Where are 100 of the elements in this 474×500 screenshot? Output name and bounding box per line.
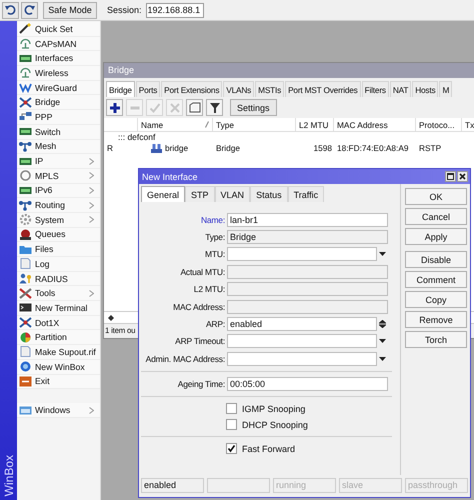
tab[interactable]: M	[439, 81, 452, 97]
menu-item[interactable]: Make Supout.rif	[17, 345, 100, 360]
checkbox[interactable]	[226, 403, 237, 414]
menu-item[interactable]: Files	[17, 242, 100, 257]
dialog-button[interactable]: Apply	[405, 228, 467, 245]
add-button[interactable]	[106, 99, 123, 116]
close-button[interactable]	[457, 171, 468, 182]
input-field[interactable]	[227, 352, 377, 366]
tab[interactable]: Status	[250, 186, 288, 202]
dialog-button[interactable]: Remove	[405, 311, 467, 328]
dialog-button[interactable]: Copy	[405, 291, 467, 308]
cross-icon	[168, 102, 180, 114]
input-field[interactable]: lan-br1	[227, 212, 388, 227]
checkbox-label: IGMP Snooping	[242, 404, 306, 414]
menu-item[interactable]: PPP	[17, 110, 100, 125]
dialog-button[interactable]: Comment	[405, 271, 467, 288]
menu-item[interactable]: Partition	[17, 330, 100, 346]
tab[interactable]: General	[141, 186, 186, 202]
tab[interactable]: VLANs	[223, 81, 254, 97]
page-icon	[19, 258, 32, 270]
field-label: Actual MTU:	[179, 266, 226, 277]
dialog-button[interactable]: OK	[405, 188, 467, 205]
menu-item[interactable]: CAPsMAN	[17, 36, 100, 52]
menu-item[interactable]: Queues	[17, 228, 100, 242]
column-header[interactable]: Protoco...	[416, 118, 462, 131]
input-field[interactable]: 00:05:00	[227, 377, 388, 392]
tab[interactable]: VLAN	[214, 186, 250, 202]
menu-item[interactable]: WireGuard	[17, 80, 100, 96]
safe-mode-button[interactable]: Safe Mode	[43, 2, 97, 18]
tab[interactable]: STP	[185, 186, 215, 202]
tab[interactable]: Traffic	[288, 186, 324, 202]
network-card-icon	[19, 126, 32, 138]
menu-item[interactable]: New Terminal	[17, 301, 100, 316]
column-header[interactable]: Name	[138, 118, 213, 131]
menu-item[interactable]: Bridge	[17, 95, 100, 110]
menu-item[interactable]: RADIUS	[17, 272, 100, 286]
dialog-button[interactable]: Cancel	[405, 208, 467, 225]
status-cell: passthrough	[405, 478, 468, 493]
menu-item[interactable]: Switch	[17, 124, 100, 140]
ball-icon	[19, 228, 32, 240]
menu-item[interactable]: IP	[17, 154, 100, 169]
column-header[interactable]: MAC Address	[334, 118, 416, 131]
menu-item[interactable]: MPLS	[17, 168, 100, 184]
column-header[interactable]: Type	[213, 118, 296, 131]
ring-icon	[19, 170, 32, 182]
tab[interactable]: MSTIs	[255, 81, 284, 97]
input-field[interactable]	[227, 334, 377, 348]
input-field[interactable]	[227, 264, 388, 279]
group-label: ::: defconf	[118, 132, 156, 142]
table-row[interactable]: R bridge Bridge 1598 18:FD:74:E0:A8:A9 RSTP	[104, 143, 474, 154]
field-label: Ageing Time:	[176, 379, 226, 390]
brand-text: WinBox	[2, 454, 16, 496]
menu-item[interactable]: Windows	[17, 403, 100, 418]
tab[interactable]: Hosts	[412, 81, 438, 97]
checkbox[interactable]	[226, 443, 237, 454]
tab[interactable]: Port MST Overrides	[285, 81, 361, 97]
menu-item[interactable]: IPv6	[17, 184, 100, 198]
undo-button[interactable]	[2, 2, 19, 18]
input-field[interactable]	[227, 247, 377, 262]
dialog-title: New Interface	[142, 172, 199, 182]
menu-item[interactable]: Dot1X	[17, 316, 100, 330]
tab[interactable]: NAT	[390, 81, 412, 97]
menu-item[interactable]: New WinBox	[17, 360, 100, 374]
tab[interactable]: Bridge	[106, 81, 135, 97]
menu-item[interactable]: Interfaces	[17, 51, 100, 66]
menu-item[interactable]: Routing	[17, 198, 100, 213]
input-field[interactable]	[227, 300, 388, 314]
column-header[interactable]: Tx	[462, 118, 474, 131]
comment-button[interactable]	[186, 99, 203, 116]
settings-button[interactable]: Settings	[230, 99, 277, 116]
menu-item[interactable]: System	[17, 212, 100, 228]
status-cell: slave	[339, 478, 402, 493]
redo-button[interactable]	[21, 2, 38, 18]
filter-button[interactable]	[206, 99, 223, 116]
tab[interactable]: Filters	[362, 81, 389, 97]
maximize-button[interactable]	[445, 171, 456, 182]
checkbox-label: DHCP Snooping	[242, 420, 308, 430]
tab[interactable]: Port Extensions	[161, 81, 222, 97]
menu-item[interactable]: Tools	[17, 286, 100, 302]
cross-arrows-icon	[19, 317, 32, 328]
input-field[interactable]	[227, 282, 388, 296]
checkbox[interactable]	[226, 419, 237, 430]
input-field[interactable]: enabled	[227, 317, 377, 332]
menu-item[interactable]: Exit	[17, 374, 100, 390]
tab[interactable]: Ports	[136, 81, 160, 97]
menu-item[interactable]: Quick Set	[17, 22, 100, 37]
session-field[interactable]: 192.168.88.1	[146, 2, 204, 18]
dialog-button[interactable]: Torch	[405, 331, 467, 348]
column-header[interactable]: L2 MTU	[296, 118, 334, 131]
network-card-icon	[19, 156, 32, 167]
field-label: ARP:	[204, 319, 226, 330]
nodes-icon	[19, 140, 32, 152]
dialog-button[interactable]: Disable	[405, 251, 467, 268]
input-field[interactable]: Bridge	[227, 230, 388, 244]
field-label: Admin. MAC Address:	[144, 354, 226, 364]
wand-icon	[19, 23, 32, 34]
menu-item[interactable]: Mesh	[17, 140, 100, 154]
menu-item[interactable]: Wireless	[17, 66, 100, 81]
close-icon	[459, 173, 466, 180]
menu-item[interactable]: Log	[17, 257, 100, 272]
